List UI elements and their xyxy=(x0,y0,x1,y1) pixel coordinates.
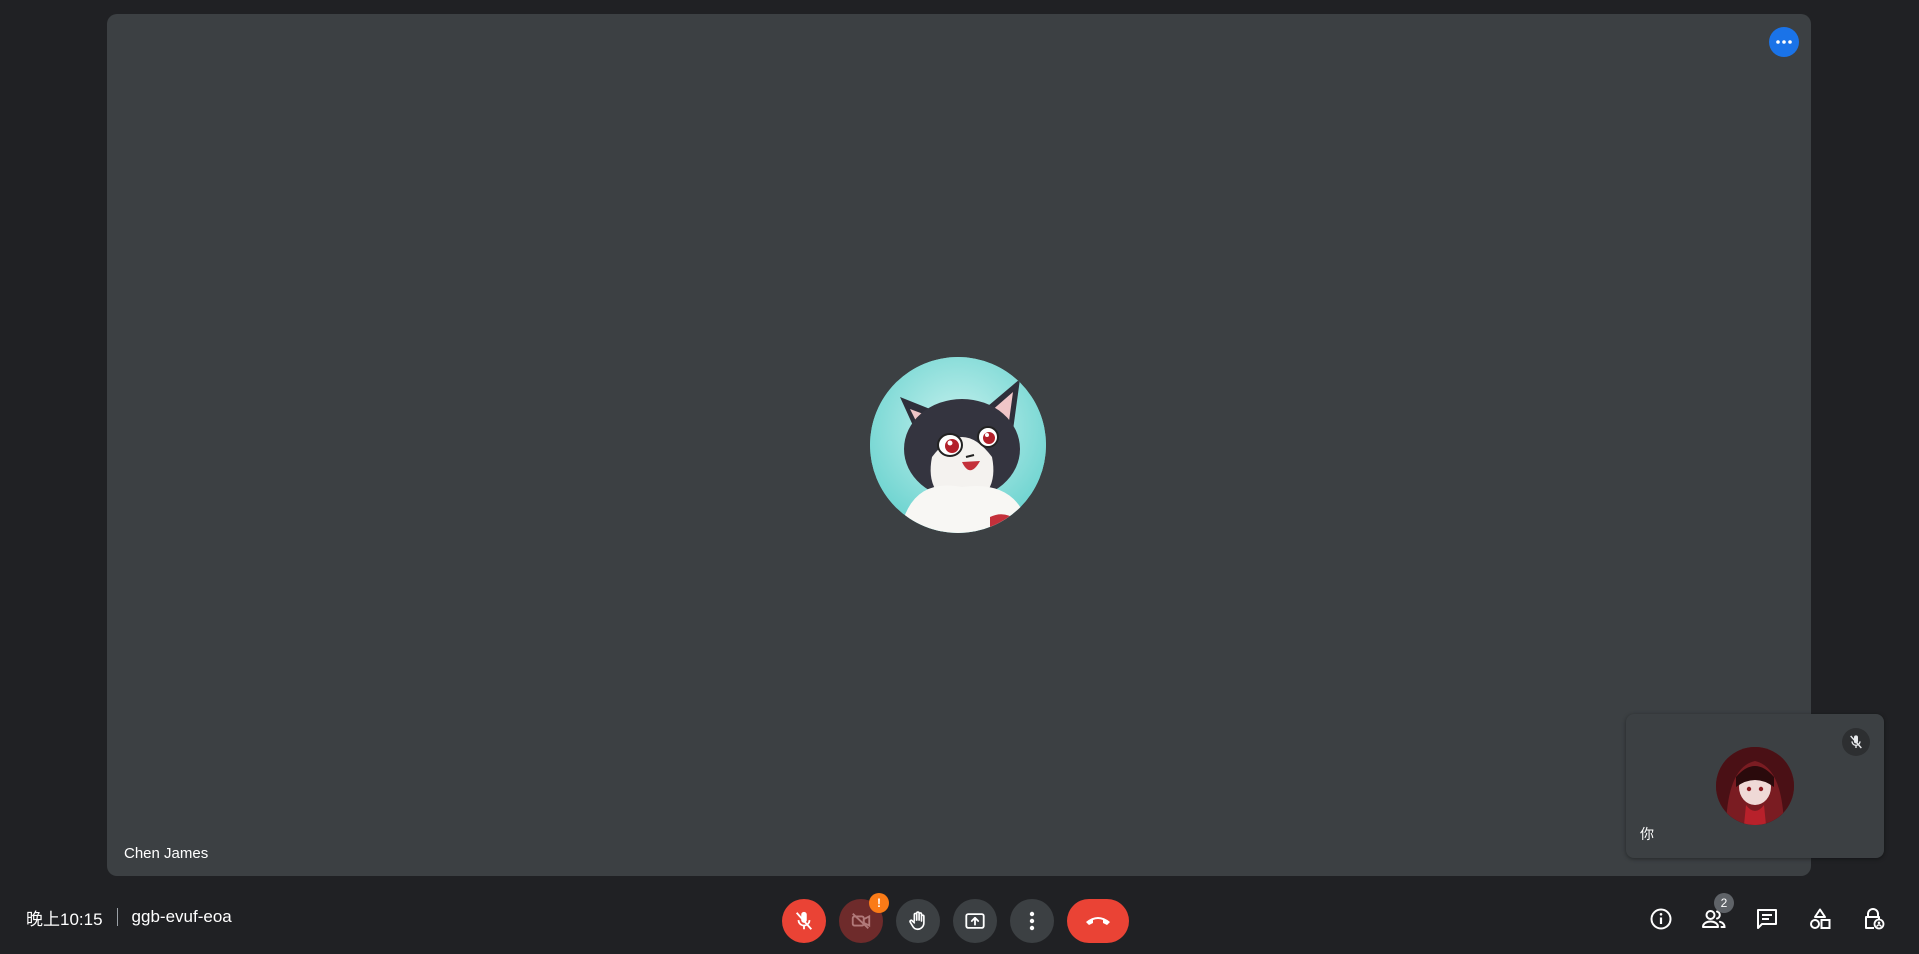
people-count-badge: 2 xyxy=(1714,893,1734,913)
toggle-camera-button[interactable]: ! xyxy=(839,893,889,943)
videocam-off-icon xyxy=(850,910,872,932)
chat-icon xyxy=(1755,907,1779,931)
meeting-code: ggb-evuf-eoa xyxy=(131,907,232,926)
chat-button[interactable] xyxy=(1743,895,1791,943)
tile-more-options-button[interactable] xyxy=(1769,27,1799,57)
camera-warning-badge: ! xyxy=(869,893,889,913)
self-view-tile[interactable]: 你 xyxy=(1626,714,1884,858)
more-horiz-icon xyxy=(1776,40,1792,44)
participant-name-label: Chen James xyxy=(124,845,209,862)
call-end-icon xyxy=(1085,915,1111,927)
participant-avatar xyxy=(870,357,1046,533)
meeting-details-button[interactable] xyxy=(1637,895,1685,943)
toggle-mic-button[interactable] xyxy=(782,899,826,943)
activities-icon xyxy=(1808,907,1832,931)
bottom-toolbar: 晚上10:15 ggb-evuf-eoa ! 2 xyxy=(0,880,1919,954)
self-name-label: 你 xyxy=(1640,826,1654,842)
main-participant-tile: Chen James xyxy=(107,14,1811,876)
present-screen-button[interactable] xyxy=(953,899,997,943)
raise-hand-button[interactable] xyxy=(896,899,940,943)
mic-off-icon xyxy=(1848,734,1864,750)
present-screen-icon xyxy=(964,910,986,932)
meeting-info: 晚上10:15 ggb-evuf-eoa xyxy=(26,880,232,954)
mic-off-icon xyxy=(793,910,815,932)
self-mic-status xyxy=(1842,728,1870,756)
raise-hand-icon xyxy=(907,910,929,932)
call-controls: ! xyxy=(782,893,1129,943)
right-toolbar: 2 xyxy=(1637,893,1902,943)
anime-avatar-illustration xyxy=(1716,747,1794,825)
info-icon xyxy=(1649,907,1673,931)
activities-button[interactable] xyxy=(1796,895,1844,943)
host-controls-button[interactable] xyxy=(1849,895,1897,943)
meeting-time: 晚上10:15 xyxy=(26,909,103,929)
more-options-button[interactable] xyxy=(1010,899,1054,943)
self-avatar xyxy=(1716,747,1794,825)
people-button[interactable]: 2 xyxy=(1690,893,1738,943)
more-vert-icon xyxy=(1029,911,1035,931)
cat-avatar-illustration xyxy=(870,357,1046,533)
end-call-button[interactable] xyxy=(1067,899,1129,943)
meeting-info-divider xyxy=(116,908,118,926)
lock-person-icon xyxy=(1861,907,1885,931)
